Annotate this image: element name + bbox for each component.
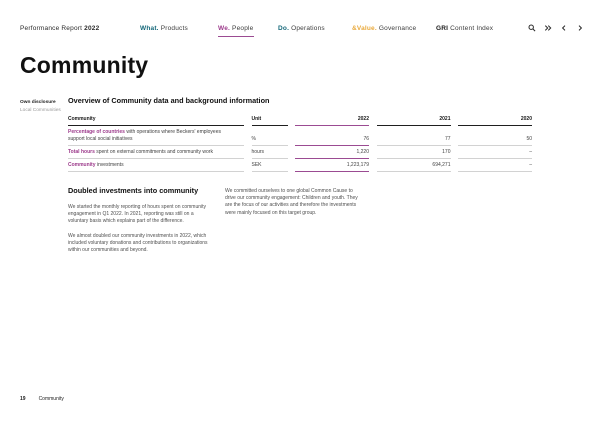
chevron-left-icon[interactable] [560,24,568,32]
disclosure-note-title: Own disclosure [20,100,56,105]
nav-tab-people-prefix: We. [218,25,231,32]
nav-tab-products-label: Products [160,25,188,32]
nav-tab-governance[interactable]: &Value. Governance [352,25,416,33]
footer-section-label: Community [38,396,64,402]
table-cell-2022: 76 [295,133,369,146]
article-paragraph: We started the monthly reporting of hour… [68,204,207,225]
nav-tab-people-label: People [232,25,254,32]
table-cell-unit: SEK [251,159,288,172]
table-cell-unit: % [251,133,288,146]
nav-tab-operations-label: Operations [291,25,325,32]
article-right-column: We committed ourselves to one global Com… [225,188,359,224]
row-label-highlight: Total hours [68,148,95,155]
table-row-label: Community investments [68,159,244,172]
row-label-highlight: Percentage of countries [68,129,125,136]
row-label-rest: spent on external commitments and commun… [94,148,213,155]
main-content: Overview of Community data and backgroun… [68,96,533,253]
table-cell-2022: 1,223,179 [295,159,369,172]
report-page: Performance Report 2022 What. Products We… [0,0,600,424]
disclosure-note: Own disclosure Local Communities [20,100,62,114]
section-title: Overview of Community data and backgroun… [68,96,270,105]
nav-tab-gri-content-index[interactable]: GRI Content Index [436,25,493,33]
table-cell-2020: – [458,146,532,159]
nav-tab-governance-label: Governance [378,25,417,32]
table-cell-2020: – [458,159,532,172]
article-paragraph: We committed ourselves to one global Com… [225,188,358,216]
double-chevron-right-icon[interactable] [544,24,552,32]
table-cell-2021: 77 [376,133,451,146]
table-header-unit: Unit [251,112,288,127]
page-footer: 19 Community [20,396,64,402]
nav-tab-people[interactable]: We. People [218,25,254,37]
article-paragraph: We almost doubled our community investme… [68,232,208,254]
footer-page-number: 19 [20,396,26,402]
table-header-2021: 2021 [376,112,451,127]
table-row-label: Percentage of countries with operations … [68,126,244,146]
table-cell-unit: hours [251,146,288,159]
brand-prefix: Performance Report [20,25,85,32]
report-brand: Performance Report 2022 [20,25,101,33]
nav-tab-operations-prefix: Do. [278,25,290,32]
page-title: Community [20,52,149,78]
table-header-2020: 2020 [458,112,532,127]
table-row-label: Total hours spent on external commitment… [68,146,244,159]
nav-tab-governance-prefix: &Value. [352,25,377,32]
table-header-2022: 2022 [295,112,369,127]
nav-controls [528,24,584,32]
table-cell-2021: 694,271 [376,159,451,172]
table-cell-2022: 1,220 [295,146,369,159]
table-cell-2020: 50 [458,133,532,146]
article-heading: Doubled investments into community [68,186,199,195]
row-label-highlight: Community [68,161,96,168]
nav-tab-products-prefix: What. [140,25,159,32]
search-icon[interactable] [528,24,536,32]
community-data-table: Community Unit 2022 2021 2020 Percentage… [68,112,533,172]
article-left-column: Doubled investments into community We st… [68,186,210,261]
nav-tab-gri-label: Content Index [450,25,494,32]
table-header-community: Community [68,112,244,127]
top-nav: Performance Report 2022 What. Products We… [0,0,600,44]
table-cell-2021: 170 [376,146,451,159]
nav-tab-gri-prefix: GRI [436,25,449,32]
nav-tab-products[interactable]: What. Products [140,25,188,33]
nav-tab-operations[interactable]: Do. Operations [278,25,325,33]
brand-year: 2022 [84,25,100,32]
row-label-rest: investments [95,161,124,168]
chevron-right-icon[interactable] [576,24,584,32]
disclosure-note-subtitle: Local Communities [20,107,61,113]
